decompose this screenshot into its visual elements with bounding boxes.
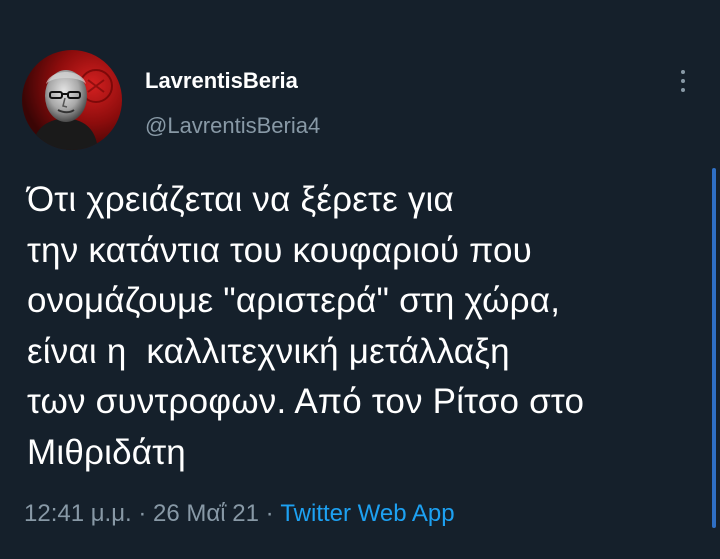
- tweet-metadata: 12:41 μ.μ. · 26 Μαΐ 21 · Twitter Web App: [24, 500, 455, 528]
- scrollbar-thumb[interactable]: [712, 168, 716, 528]
- tweet-source-link[interactable]: Twitter Web App: [280, 500, 454, 527]
- more-options-button[interactable]: [672, 66, 694, 96]
- user-handle[interactable]: @LavrentisBeria4: [145, 113, 320, 139]
- tweet-text-line: των συντροφων. Από τον Ρίτσο στο: [27, 382, 585, 421]
- tweet-text-line: την κατάντια του κουφαριού που: [27, 230, 532, 270]
- tweet-text-line: Ότι χρειάζεται να ξέρετε για: [27, 180, 454, 219]
- tweet-text-line: είναι η καλλιτεχνική μετάλλαξη: [27, 331, 510, 371]
- profile-photo-icon: [22, 50, 122, 150]
- tweet-text-line: ονομάζουμε "αριστερά" στη χώρα,: [27, 281, 561, 320]
- tweet-date[interactable]: 26 Μαΐ 21: [153, 500, 259, 527]
- tweet-card: LavrentisBeria @LavrentisBeria4 Ότι χρει…: [0, 0, 720, 559]
- tweet-text: Ότι χρειάζεται να ξέρετε για την κατάντι…: [27, 175, 692, 478]
- tweet-time[interactable]: 12:41 μ.μ.: [24, 500, 132, 527]
- more-vertical-icon: [681, 70, 685, 74]
- meta-separator: ·: [131, 500, 154, 527]
- display-name[interactable]: LavrentisBeria: [145, 68, 298, 94]
- more-vertical-icon: [681, 88, 685, 92]
- avatar[interactable]: [22, 50, 122, 150]
- tweet-text-line: Μιθριδάτη: [27, 432, 186, 472]
- more-vertical-icon: [681, 79, 685, 83]
- meta-separator: ·: [258, 500, 281, 527]
